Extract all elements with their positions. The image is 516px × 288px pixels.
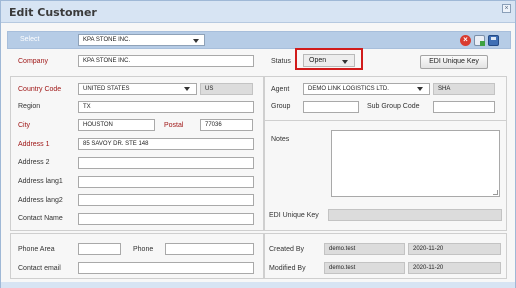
region-field[interactable]: TX (78, 101, 254, 113)
phone-area-field[interactable] (78, 243, 121, 255)
divider (264, 120, 507, 121)
edi-unique-key-field (328, 209, 502, 221)
select-label: Select (20, 36, 40, 43)
group-field[interactable] (303, 101, 359, 113)
country-value: UNITED STATES (83, 86, 130, 92)
address2-label: Address 2 (18, 159, 50, 166)
agent-dropdown[interactable]: DEMO LINK LOGISTICS LTD. (303, 83, 430, 95)
postal-field[interactable]: 77036 (200, 119, 253, 131)
agent-code-field: SHA (433, 83, 495, 95)
company-label: Company (18, 58, 48, 65)
created-by-user: demo.test (324, 243, 405, 255)
dialog-title: Edit Customer (9, 6, 97, 19)
close-icon[interactable]: × (502, 4, 511, 13)
contact-name-label: Contact Name (18, 215, 63, 222)
dialog-bottom-border (1, 282, 515, 288)
contact-name-field[interactable] (78, 213, 254, 225)
status-value: Open (309, 57, 327, 64)
notes-label: Notes (271, 136, 290, 143)
address-lang2-label: Address lang2 (18, 197, 63, 204)
customer-select-dropdown[interactable]: KPA STONE INC. (78, 34, 205, 46)
modified-by-label: Modified By (269, 265, 306, 272)
sub-group-code-field[interactable] (433, 101, 495, 113)
modified-by-user: demo.test (324, 262, 405, 274)
city-field[interactable]: HOUSTON (78, 119, 155, 131)
postal-label: Postal (164, 122, 184, 129)
chevron-down-icon (342, 60, 348, 64)
customer-select-value: KPA STONE INC. (83, 37, 131, 43)
address-lang1-field[interactable] (78, 176, 254, 188)
country-code-field: US (200, 83, 253, 95)
group-label: Group (271, 103, 291, 110)
chevron-down-icon (193, 39, 199, 43)
country-dropdown[interactable]: UNITED STATES (78, 83, 197, 95)
address1-label: Address 1 (18, 141, 50, 148)
address-lang2-field[interactable] (78, 194, 254, 206)
customer-select-bar: Select KPA STONE INC. × (7, 31, 511, 49)
address-panel (10, 76, 264, 231)
created-by-label: Created By (269, 246, 305, 253)
status-dropdown[interactable]: Open (303, 54, 355, 67)
address2-field[interactable] (78, 157, 254, 169)
notes-textarea[interactable] (331, 130, 500, 197)
chevron-down-icon (184, 87, 190, 91)
address1-field[interactable]: 85 SAVOY DR. STE 148 (78, 138, 254, 150)
modified-date: 2020-11-20 (408, 262, 501, 274)
contact-email-label: Contact email (18, 265, 61, 272)
status-label: Status (271, 58, 291, 65)
agent-value: DEMO LINK LOGISTICS LTD. (308, 86, 389, 92)
created-date: 2020-11-20 (408, 243, 501, 255)
phone-field[interactable] (165, 243, 254, 255)
title-bar: Edit Customer × (1, 1, 515, 23)
agent-label: Agent (271, 86, 290, 93)
country-code-label: Country Code (18, 86, 62, 93)
chevron-down-icon (417, 87, 423, 91)
phone-area-label: Phone Area (18, 246, 55, 253)
company-field[interactable]: KPA STONE INC. (78, 55, 254, 67)
delete-icon[interactable]: × (460, 35, 471, 46)
sub-group-code-label: Sub Group Code (367, 103, 420, 110)
copy-icon[interactable] (474, 35, 485, 46)
city-label: City (18, 122, 31, 129)
phone-label: Phone (133, 246, 154, 253)
edi-unique-key-button[interactable]: EDI Unique Key (420, 55, 488, 69)
contact-email-field[interactable] (78, 262, 254, 274)
edit-customer-dialog: Edit Customer × Select KPA STONE INC. × … (0, 0, 516, 288)
save-icon[interactable] (488, 35, 499, 46)
region-label: Region (18, 103, 41, 110)
edi-unique-key-label: EDI Unique Key (269, 212, 319, 219)
address-lang1-label: Address lang1 (18, 178, 63, 185)
